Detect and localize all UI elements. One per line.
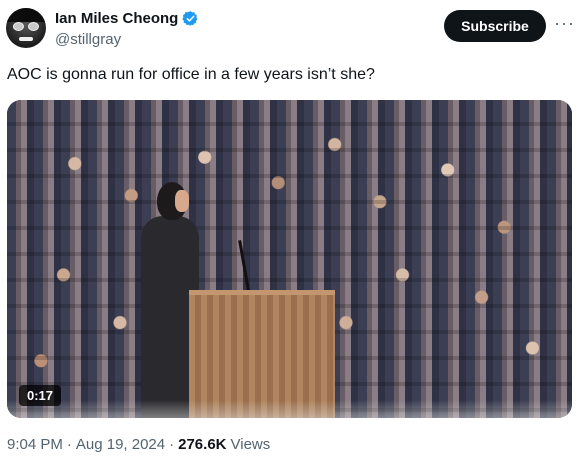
video-frame-stage: [7, 400, 572, 418]
author-handle[interactable]: @stillgray: [55, 31, 121, 48]
meta-separator: ·: [169, 436, 175, 453]
avatar[interactable]: [6, 8, 46, 48]
views-count: 276.6K: [178, 436, 227, 453]
tweet-time[interactable]: 9:04 PM: [7, 436, 63, 453]
tweet-meta: 9:04 PM · Aug 19, 2024 · 276.6K Views: [7, 436, 270, 453]
avatar-hair: [6, 8, 46, 22]
video-player[interactable]: 0:17: [7, 100, 572, 418]
tweet-text: AOC is gonna run for office in a few yea…: [7, 66, 375, 83]
views-label: Views: [230, 436, 271, 453]
avatar-glasses: [13, 22, 39, 31]
tweet-card: Ian Miles Cheong @stillgray Subscribe ··…: [0, 0, 583, 465]
video-frame-podium: [189, 290, 335, 418]
video-duration-badge: 0:17: [19, 385, 62, 406]
subscribe-button[interactable]: Subscribe: [444, 10, 546, 42]
tweet-date[interactable]: Aug 19, 2024: [76, 436, 165, 453]
author-display-name[interactable]: Ian Miles Cheong: [55, 10, 178, 27]
more-options-icon[interactable]: ···: [554, 14, 575, 32]
avatar-mouth: [19, 37, 33, 41]
author-name-row: Ian Miles Cheong: [55, 10, 199, 27]
meta-separator: ·: [66, 436, 72, 453]
verified-badge-icon: [182, 10, 199, 27]
